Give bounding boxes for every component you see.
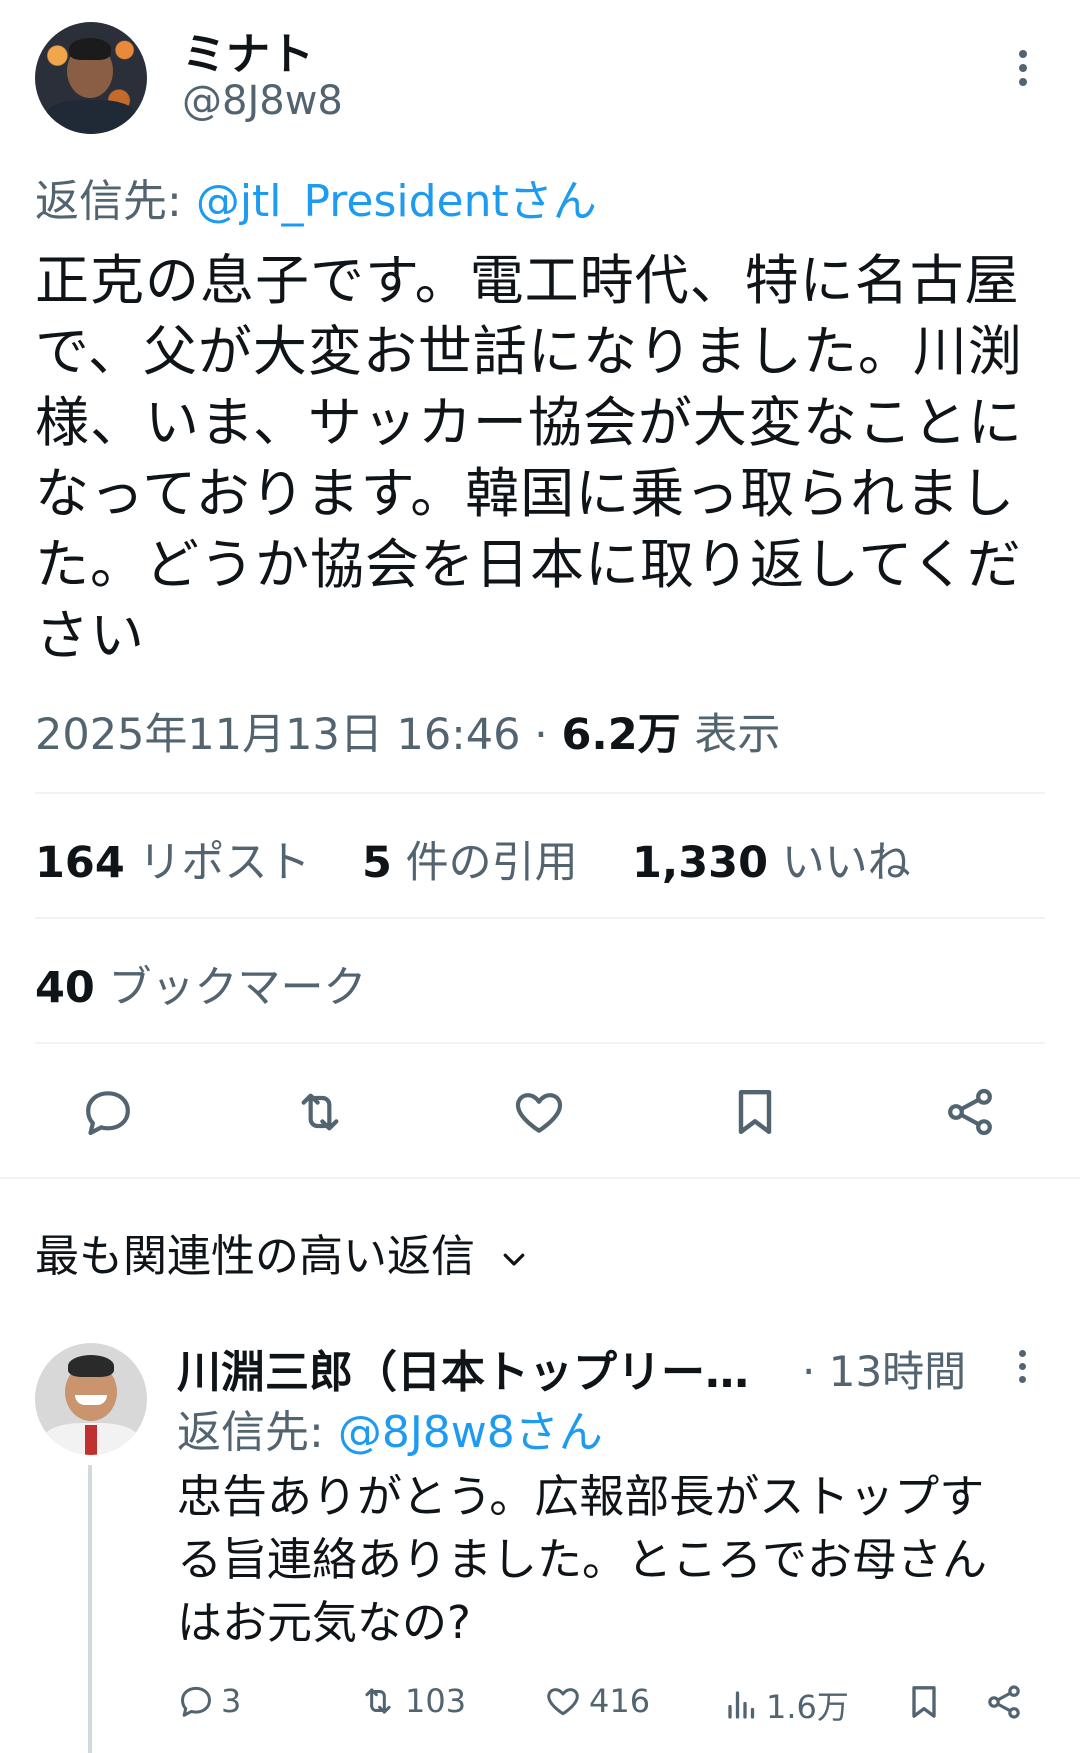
bookmark-icon[interactable] bbox=[904, 1682, 950, 1722]
likes-label: いいね bbox=[781, 838, 911, 888]
views-label: 表示 bbox=[694, 710, 781, 760]
reply-likes-count: 416 bbox=[589, 1682, 651, 1720]
author-display-name[interactable]: ミナト bbox=[182, 18, 314, 82]
tweet-text-line: なっております。韓国に乗っ取られまし bbox=[35, 462, 1016, 525]
share-icon[interactable] bbox=[984, 1682, 1030, 1722]
reposts-count: 164 bbox=[35, 838, 125, 888]
tweet-text-line: 正克の息子です。電工時代、特に名古屋 bbox=[35, 249, 1020, 312]
more-icon[interactable] bbox=[1019, 50, 1027, 86]
tweet-text-line: で、父が大変お世話になりました。川渕 bbox=[35, 320, 1023, 383]
tweet-text-line: た。どうか協会を日本に取り返してくだ bbox=[35, 533, 1022, 596]
reply-views-count: 1.6万 bbox=[766, 1688, 849, 1726]
heart-icon bbox=[547, 1688, 579, 1716]
reply-to-link[interactable]: @jtl_Presidentさん bbox=[196, 176, 597, 227]
reply-reposts-count: 103 bbox=[405, 1682, 467, 1720]
reply-context: 返信先: @8J8w8さん bbox=[177, 1396, 603, 1460]
reply-views-button[interactable]: 1.6万 bbox=[724, 1682, 849, 1728]
reposts-stat[interactable]: 164 リポスト bbox=[35, 828, 310, 890]
reply-author-avatar[interactable] bbox=[35, 1343, 147, 1455]
bookmark-icon[interactable] bbox=[727, 1084, 783, 1140]
reply-replies-button[interactable]: 3 bbox=[177, 1682, 241, 1720]
quotes-stat[interactable]: 5 件の引用 bbox=[362, 828, 578, 890]
likes-count: 1,330 bbox=[632, 838, 769, 888]
reply-text: 忠告ありがとう。広報部長がストップす る旨連絡ありました。ところでお母さん はお… bbox=[177, 1465, 1057, 1654]
divider bbox=[35, 1042, 1045, 1044]
more-icon[interactable] bbox=[1019, 1350, 1026, 1383]
section-divider bbox=[0, 1177, 1080, 1179]
heart-icon[interactable] bbox=[511, 1084, 567, 1140]
bookmarks-stat[interactable]: 40 ブックマーク bbox=[35, 953, 367, 1015]
repost-icon bbox=[365, 1688, 391, 1714]
reply-replies-count: 3 bbox=[221, 1682, 242, 1720]
timestamp[interactable]: 2025年11月13日 16:46 bbox=[35, 710, 520, 760]
replies-sort-toggle[interactable]: 最も関連性の高い返信 bbox=[35, 1220, 529, 1284]
divider bbox=[35, 792, 1045, 794]
likes-stat[interactable]: 1,330 いいね bbox=[632, 828, 911, 890]
reply-to-link[interactable]: @8J8w8さん bbox=[338, 1407, 603, 1458]
reply-like-button[interactable]: 416 bbox=[543, 1682, 650, 1720]
tweet-text: 正克の息子です。電工時代、特に名古屋 で、父が大変お世話になりました。川渕 様、… bbox=[35, 245, 1045, 671]
meta-separator: · bbox=[534, 710, 548, 760]
views-icon bbox=[728, 1691, 755, 1719]
chevron-down-icon bbox=[503, 1253, 525, 1266]
reply-context: 返信先: @jtl_Presidentさん bbox=[35, 165, 597, 229]
reposts-label: リポスト bbox=[138, 838, 311, 888]
author-handle[interactable]: @8J8w8 bbox=[182, 78, 343, 124]
tweet-text-line: さい bbox=[35, 604, 145, 667]
views-count: 6.2万 bbox=[561, 710, 681, 760]
reply-meta-separator: · bbox=[802, 1347, 816, 1396]
thread-line bbox=[88, 1465, 92, 1753]
reply-text-line: はお元気なの? bbox=[177, 1596, 471, 1649]
bookmarks-count: 40 bbox=[35, 963, 95, 1013]
reply-text-line: 忠告ありがとう。広報部長がストップす bbox=[177, 1470, 985, 1523]
reply-prefix: 返信先: bbox=[35, 176, 182, 227]
author-avatar[interactable] bbox=[35, 22, 147, 134]
reply-icon bbox=[181, 1686, 211, 1717]
reply-time-label: 13時間 bbox=[828, 1347, 967, 1396]
replies-section-title: 最も関連性の高い返信 bbox=[35, 1231, 475, 1282]
reply-text-line: る旨連絡ありました。ところでお母さん bbox=[177, 1533, 988, 1586]
reply-icon[interactable] bbox=[80, 1084, 136, 1140]
reply-repost-button[interactable]: 103 bbox=[357, 1682, 466, 1720]
reply-time[interactable]: · 13時間 bbox=[802, 1338, 966, 1399]
tweet-meta: 2025年11月13日 16:46 · 6.2万 表示 bbox=[35, 700, 780, 762]
divider bbox=[35, 917, 1045, 919]
repost-icon[interactable] bbox=[292, 1084, 348, 1140]
reply-author-name[interactable]: 川淵三郎（日本トップリー… bbox=[177, 1336, 749, 1400]
reply-prefix: 返信先: bbox=[177, 1407, 324, 1458]
tweet-text-line: 様、いま、サッカー協会が大変なことに bbox=[35, 391, 1023, 454]
quotes-count: 5 bbox=[362, 838, 392, 888]
bookmarks-label: ブックマーク bbox=[108, 963, 367, 1013]
share-icon[interactable] bbox=[942, 1084, 998, 1140]
quotes-label: 件の引用 bbox=[405, 838, 578, 888]
